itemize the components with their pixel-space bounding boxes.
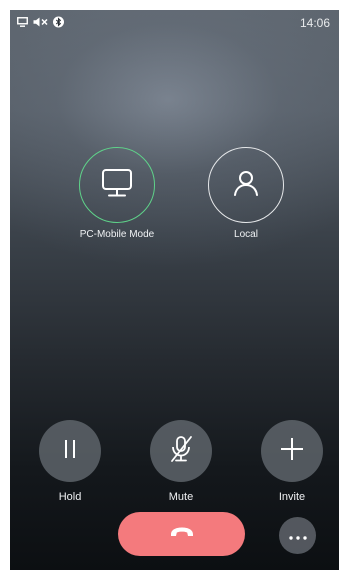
mute-label: Mute [168,491,194,503]
status-bar: 14:06 [10,10,339,36]
hold-button[interactable] [39,420,101,482]
desktop-icon [17,17,28,27]
phone-hangup-icon [169,525,195,543]
invite-label: Invite [278,491,306,503]
pause-icon [60,438,80,465]
pc-mobile-mode-label: PC-Mobile Mode [79,229,155,240]
more-dots-icon [288,527,307,545]
invite-action[interactable]: Invite [252,420,332,503]
person-icon [230,167,262,204]
status-icons [17,16,64,28]
microphone-off-icon [167,434,195,469]
call-screen: 14:06 PC-Mobile Mode Local Hold Mute Inv… [10,10,339,570]
monitor-icon [100,167,134,204]
end-call-button[interactable] [118,512,245,556]
local-label: Local [234,229,258,240]
plus-icon [279,436,305,467]
hold-label: Hold [58,491,82,503]
local-contact[interactable]: Local [191,147,301,240]
status-time: 14:06 [299,16,330,30]
mute-action[interactable]: Mute [141,420,221,503]
mute-button[interactable] [150,420,212,482]
bluetooth-icon [53,16,64,28]
pc-mobile-mode-avatar[interactable] [79,147,155,223]
more-options-button[interactable] [279,517,316,554]
invite-button[interactable] [261,420,323,482]
speaker-muted-icon [33,17,48,27]
pc-mobile-mode-contact[interactable]: PC-Mobile Mode [62,147,172,240]
local-avatar[interactable] [208,147,284,223]
hold-action[interactable]: Hold [30,420,110,503]
